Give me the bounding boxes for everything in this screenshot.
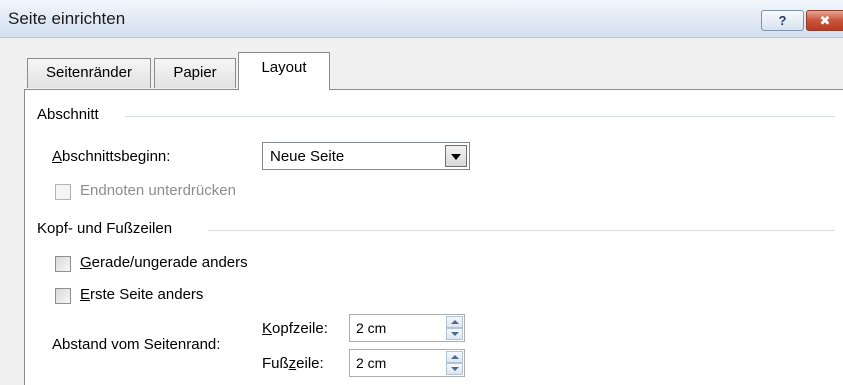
first-page-mnemonic: E xyxy=(80,286,91,303)
header-distance-label-text: opfzeile: xyxy=(272,320,328,337)
odd-even-label: Gerade/ungerade anders xyxy=(80,254,248,271)
tab-seitenraender[interactable]: Seitenränder xyxy=(27,58,151,88)
layout-panel: Abschnitt Abschnittsbeginn: Neue Seite E… xyxy=(24,89,843,385)
spin-down-button[interactable] xyxy=(446,328,463,340)
section-start-value: Neue Seite xyxy=(270,148,345,165)
help-button[interactable]: ? xyxy=(761,10,804,31)
footer-distance-spinner[interactable]: 2 cm xyxy=(349,349,465,377)
headers-footers-divider xyxy=(208,230,835,231)
endnotes-label: Endnoten unterdrücken xyxy=(80,182,236,199)
header-distance-mnemonic: K xyxy=(262,320,273,337)
spin-up-button[interactable] xyxy=(446,316,463,328)
odd-even-mnemonic: G xyxy=(80,254,92,271)
section-start-mnemonic: A xyxy=(52,148,63,165)
chevron-down-icon xyxy=(451,154,461,160)
odd-even-label-text: erade/ungerade anders xyxy=(91,254,248,271)
dialog-body: Seitenränder Papier Layout Abschnitt Abs… xyxy=(0,38,843,385)
first-page-checkbox[interactable] xyxy=(55,288,71,304)
arrow-down-icon xyxy=(451,367,459,371)
section-divider xyxy=(125,116,835,117)
endnotes-checkbox[interactable] xyxy=(55,184,71,200)
section-heading: Abschnitt xyxy=(37,106,99,123)
header-distance-spinner[interactable]: 2 cm xyxy=(349,314,465,342)
title-bar: Seite einrichten ? ✖ xyxy=(0,0,843,38)
header-distance-label: Kopfzeile: xyxy=(262,320,328,337)
tab-layout[interactable]: Layout xyxy=(238,52,330,90)
odd-even-checkbox[interactable] xyxy=(55,256,71,272)
arrow-up-icon xyxy=(451,355,459,359)
footer-distance-label-text: eile: xyxy=(296,355,324,372)
first-page-label: Erste Seite anders xyxy=(80,286,203,303)
spin-down-button[interactable] xyxy=(446,363,463,375)
distance-label: Abstand vom Seitenrand: xyxy=(52,336,221,353)
close-button[interactable]: ✖ xyxy=(806,10,843,31)
dropdown-button[interactable] xyxy=(445,145,467,167)
first-page-label-text: rste Seite anders xyxy=(90,286,204,303)
arrow-down-icon xyxy=(451,332,459,336)
section-start-label-text: bschnittsbeginn: xyxy=(62,148,171,165)
footer-distance-label: Fußzeile: xyxy=(262,355,324,372)
header-distance-value: 2 cm xyxy=(356,320,387,336)
tab-papier[interactable]: Papier xyxy=(154,58,236,88)
arrow-up-icon xyxy=(451,320,459,324)
headers-footers-heading: Kopf- und Fußzeilen xyxy=(37,220,173,237)
section-start-select[interactable]: Neue Seite xyxy=(262,142,470,170)
window-title: Seite einrichten xyxy=(8,9,126,28)
section-start-label: Abschnittsbeginn: xyxy=(52,148,170,165)
spin-up-button[interactable] xyxy=(446,351,463,363)
footer-distance-label-pre: Fuß xyxy=(262,355,289,372)
footer-distance-value: 2 cm xyxy=(356,355,387,371)
